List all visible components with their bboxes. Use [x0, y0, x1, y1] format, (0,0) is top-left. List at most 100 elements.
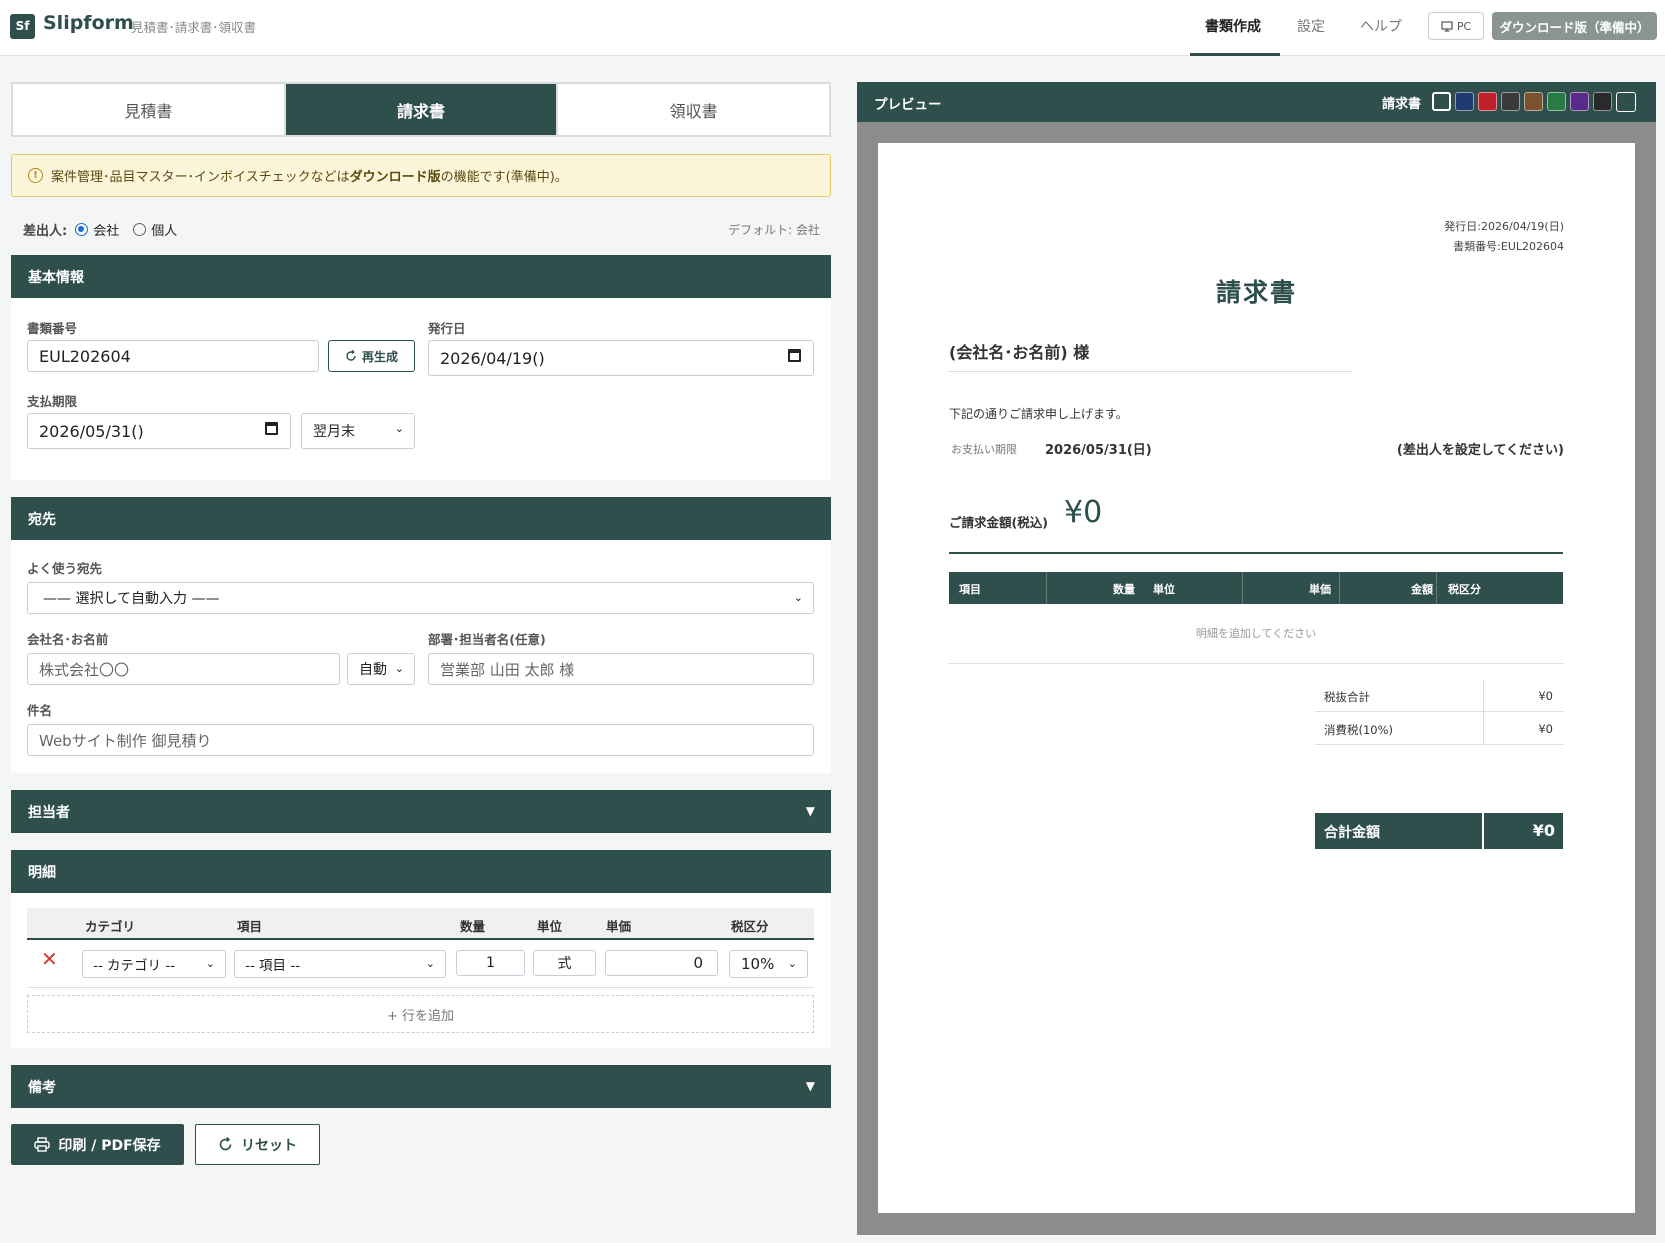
print-pdf-button[interactable]: 印刷 / PDF保存 — [11, 1124, 184, 1165]
due-date-input[interactable]: 2026/05/31() — [27, 413, 291, 449]
delete-row-icon[interactable]: ✕ — [41, 947, 58, 971]
doc-number-value: EUL202604 — [39, 346, 131, 366]
item-select[interactable]: -- 項目 -- ⌄ — [234, 950, 446, 978]
sheet-doc-number: 書類番号:EUL202604 — [1453, 240, 1564, 253]
nav-help[interactable]: ヘルプ — [1360, 16, 1402, 36]
sheet-col-item: 項目 — [959, 583, 981, 596]
color-swatch-teal[interactable] — [1616, 92, 1636, 112]
company-label: 会社名･お名前 — [27, 632, 109, 647]
due-date-value: 2026/05/31() — [39, 421, 144, 441]
favorites-value: —— 選択して自動入力 —— — [43, 591, 220, 607]
color-swatch-red[interactable] — [1478, 92, 1497, 111]
tab-invoice[interactable]: 請求書 — [285, 84, 559, 135]
nav-settings[interactable]: 設定 — [1297, 16, 1325, 36]
sheet-col-tax: 税区分 — [1448, 583, 1481, 596]
favorites-select[interactable]: —— 選択して自動入力 —— ⌄ — [27, 582, 814, 614]
col-tax: 税区分 — [731, 919, 769, 934]
nav-active-indicator — [1190, 53, 1280, 56]
sender-default: デフォルト: 会社 — [728, 222, 820, 237]
recipient-underline — [949, 371, 1352, 372]
reset-button[interactable]: リセット — [195, 1124, 320, 1165]
total-value: ¥0 — [1484, 813, 1563, 849]
monitor-icon — [1441, 20, 1453, 32]
remarks-panel[interactable]: 備考 ▼ — [11, 1065, 831, 1108]
category-value: -- カテゴリ -- — [93, 958, 176, 974]
doc-number-input[interactable]: EUL202604 — [27, 340, 319, 372]
printer-icon — [34, 1137, 51, 1152]
company-input[interactable]: 株式会社〇〇 — [27, 653, 340, 685]
sender-individual-option[interactable]: 個人 — [133, 220, 177, 239]
sheet-items-header: 項目 数量 単位 単価 金額 税区分 — [949, 572, 1563, 604]
issue-date-value: 2026/04/19() — [440, 348, 545, 368]
honorific-select[interactable]: 自動 ⌄ — [347, 653, 415, 685]
remarks-title: 備考 — [28, 1079, 56, 1096]
favorites-label: よく使う宛先 — [27, 561, 103, 576]
color-swatch-charcoal[interactable] — [1501, 92, 1520, 111]
tax-row: 消費税(10%) ¥0 — [1315, 712, 1563, 745]
unit-input[interactable]: 式 — [533, 950, 596, 976]
download-button[interactable]: ダウンロード版（準備中） — [1492, 12, 1657, 40]
calendar-icon[interactable] — [788, 349, 801, 362]
issue-date-input[interactable]: 2026/04/19() — [428, 340, 814, 376]
staff-title: 担当者 — [28, 804, 70, 821]
radio-company[interactable] — [75, 222, 89, 236]
sheet-recipient: (会社名･お名前) 様 — [949, 343, 1090, 362]
nav-create[interactable]: 書類作成 — [1205, 16, 1261, 36]
pc-view-button[interactable]: PC — [1428, 12, 1484, 40]
price-input[interactable]: 0 — [605, 950, 718, 976]
color-swatch-white[interactable] — [1432, 92, 1451, 111]
subject-placeholder: Webサイト制作 御見積り — [39, 731, 212, 750]
notice-bold: ダウンロード版 — [349, 170, 441, 185]
col-price: 単価 — [606, 919, 632, 934]
radio-individual[interactable] — [133, 222, 147, 236]
staff-panel[interactable]: 担当者 ▼ — [11, 790, 831, 833]
dept-label: 部署･担当者名(任意) — [428, 632, 546, 647]
sheet-amount-label: ご請求金額(税込) — [949, 515, 1048, 530]
caret-down-icon: ▼ — [805, 804, 815, 818]
row-divider — [27, 987, 814, 988]
dept-input[interactable]: 営業部 山田 太郎 様 — [428, 653, 814, 685]
preview-pane: プレビュー 請求書 発行日:2026/04/19(日) 書類番号:EUL2026… — [857, 82, 1656, 1235]
regenerate-button[interactable]: 再生成 — [328, 340, 415, 372]
chevron-down-icon: ⌄ — [793, 591, 803, 604]
col-item: 項目 — [237, 919, 263, 934]
subject-label: 件名 — [27, 703, 53, 718]
tab-estimate[interactable]: 見積書 — [13, 84, 286, 135]
col-unit: 単位 — [537, 919, 563, 934]
color-swatch-purple[interactable] — [1570, 92, 1589, 111]
amount-underline — [949, 552, 1563, 554]
color-swatch-black[interactable] — [1593, 92, 1612, 111]
subtotal-row: 税抜合計 ¥0 — [1315, 679, 1563, 712]
color-swatch-green[interactable] — [1547, 92, 1566, 111]
subject-input[interactable]: Webサイト制作 御見積り — [27, 724, 814, 756]
chevron-down-icon: ⌄ — [425, 957, 435, 970]
tax-select[interactable]: 10% ⌄ — [729, 950, 808, 978]
tab-receipt[interactable]: 領収書 — [558, 84, 829, 135]
doc-number-label: 書類番号 — [27, 321, 78, 336]
preview-title: プレビュー — [874, 97, 942, 113]
line-items-header: 明細 — [11, 850, 831, 893]
staff-header[interactable]: 担当者 ▼ — [11, 790, 831, 833]
color-swatch-brown[interactable] — [1524, 92, 1543, 111]
remarks-header[interactable]: 備考 ▼ — [11, 1065, 831, 1108]
due-date-label: 支払期限 — [27, 394, 78, 409]
top-bar: Sf Slipform 見積書･請求書･領収書 書類作成 設定 ヘルプ PC ダ… — [0, 0, 1665, 56]
category-select[interactable]: -- カテゴリ -- ⌄ — [82, 950, 226, 978]
tax-value: 10% — [741, 955, 775, 973]
calendar-icon[interactable] — [265, 422, 278, 435]
due-term-select[interactable]: 翌月末 ⌄ — [301, 413, 415, 449]
basic-info-header: 基本情報 — [11, 255, 831, 298]
logo: Sf — [10, 14, 35, 39]
line-items-panel: 明細 カテゴリ 項目 数量 単位 単価 税区分 ✕ -- カテゴリ -- ⌄ --… — [11, 850, 831, 1048]
add-row-button[interactable]: + 行を追加 — [27, 995, 814, 1033]
unit-value: 式 — [557, 956, 572, 972]
due-term-value: 翌月末 — [313, 424, 355, 440]
qty-input[interactable]: 1 — [456, 950, 525, 976]
sheet-col-unit: 単位 — [1153, 583, 1175, 596]
document-tabs: 見積書 請求書 領収書 — [11, 82, 831, 137]
sender-label: 差出人: — [23, 223, 68, 239]
sender-company-option[interactable]: 会社 — [75, 220, 119, 239]
color-swatch-navy[interactable] — [1455, 92, 1474, 111]
sheet-amount-value: ¥0 — [1064, 495, 1103, 530]
dept-placeholder: 営業部 山田 太郎 様 — [440, 660, 575, 679]
